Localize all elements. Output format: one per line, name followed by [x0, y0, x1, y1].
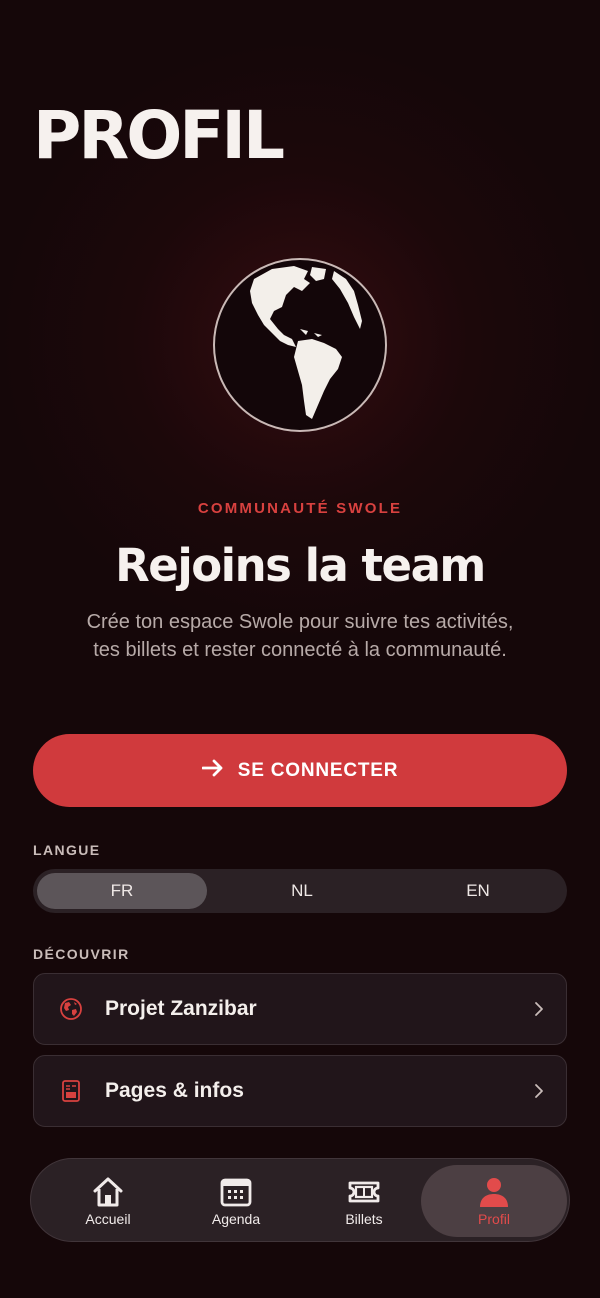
login-button-label: SE CONNECTER	[237, 759, 399, 781]
globe-outline-icon	[59, 997, 83, 1021]
document-icon	[59, 1079, 83, 1103]
hero-description: Crée ton espace Swole pour suivre tes ac…	[86, 611, 514, 661]
language-option-fr[interactable]: FR	[37, 873, 207, 909]
discover-section-label: DÉCOUVRIR	[33, 946, 130, 962]
ticket-icon	[347, 1176, 381, 1208]
tab-label: Agenda	[211, 1211, 261, 1227]
bottom-tab-bar: Accueil Agenda Billets Profil	[30, 1158, 570, 1242]
discover-item-label: Pages & infos	[105, 1079, 244, 1102]
globe-icon	[212, 257, 388, 433]
calendar-icon	[219, 1176, 253, 1208]
chevron-right-icon	[532, 1083, 546, 1099]
chevron-right-icon	[532, 1001, 546, 1017]
tab-accueil[interactable]: Accueil	[43, 1165, 173, 1237]
hero-headline: Rejoins la team	[115, 539, 486, 592]
discover-item-label: Projet Zanzibar	[105, 997, 257, 1020]
arrow-right-icon	[201, 759, 224, 783]
discover-item-projet-zanzibar[interactable]: Projet Zanzibar	[33, 973, 567, 1045]
hero-eyebrow: COMMUNAUTÉ SWOLE	[197, 500, 403, 517]
home-icon	[91, 1176, 125, 1208]
tab-label: Accueil	[85, 1211, 131, 1227]
language-selector: FR NL EN	[33, 869, 567, 913]
tab-label: Profil	[478, 1211, 510, 1227]
language-option-nl[interactable]: NL	[217, 873, 387, 909]
tab-agenda[interactable]: Agenda	[171, 1165, 301, 1237]
language-section-label: LANGUE	[33, 842, 101, 858]
page-title: PROFIL	[33, 97, 285, 174]
discover-item-pages-infos[interactable]: Pages & infos	[33, 1055, 567, 1127]
tab-billets[interactable]: Billets	[299, 1165, 429, 1237]
tab-profil[interactable]: Profil	[421, 1165, 567, 1237]
user-icon	[477, 1176, 511, 1208]
language-option-en[interactable]: EN	[393, 873, 563, 909]
login-button[interactable]: SE CONNECTER	[33, 734, 567, 807]
tab-label: Billets	[345, 1211, 383, 1227]
